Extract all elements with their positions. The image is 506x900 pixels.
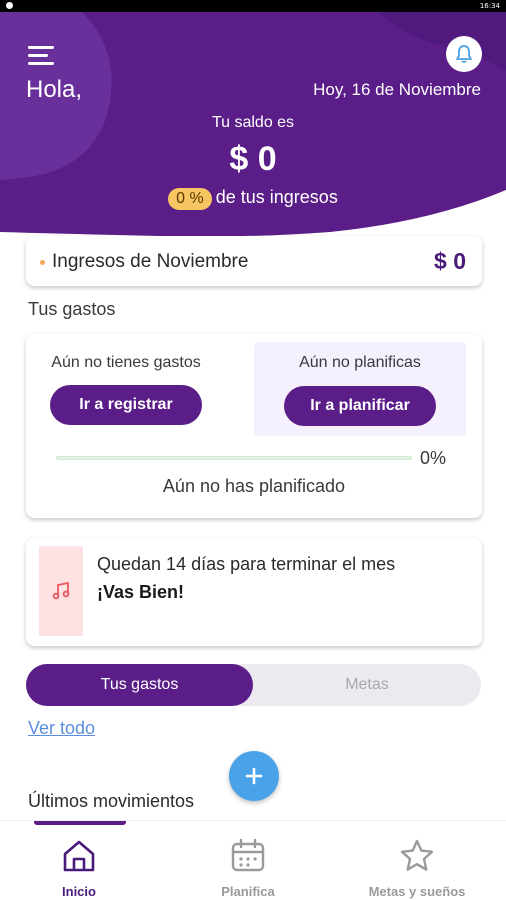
- header: Hola, Hoy, 16 de Noviembre Tu saldo es $…: [0, 12, 506, 242]
- nav-label-metas: Metas y sueños: [368, 884, 466, 899]
- calendar-icon: [231, 838, 265, 872]
- expenses-section-title: Tus gastos: [28, 299, 116, 319]
- plan-status-text: Aún no has planificado: [162, 476, 346, 496]
- status-indicator-icon: [6, 2, 13, 9]
- plan-panel: Aún no planificas Ir a planificar: [254, 342, 466, 436]
- tab-metas[interactable]: Metas: [253, 664, 481, 706]
- nav-active-indicator: [34, 821, 126, 825]
- music-note-icon-box: [39, 546, 83, 636]
- status-bar: 16:34: [0, 0, 506, 12]
- no-plan-text: Aún no planificas: [299, 354, 421, 371]
- star-icon: [400, 839, 434, 871]
- recent-movements-title: Últimos movimientos: [28, 791, 195, 811]
- nav-label-inicio: Inicio: [62, 884, 96, 899]
- current-date: Hoy, 16 de Noviembre: [313, 80, 481, 99]
- plus-icon: [245, 767, 263, 785]
- balance-label: Tu saldo es: [211, 114, 295, 131]
- plan-progress-bar: [56, 456, 412, 460]
- ver-todo-link[interactable]: Ver todo: [28, 718, 95, 739]
- music-note-icon: [52, 582, 70, 600]
- greeting: Hola,: [26, 76, 83, 103]
- income-percent-suffix: de tus ingresos: [215, 187, 338, 207]
- income-percent-line: 0 % de tus ingresos: [0, 187, 506, 210]
- nav-label-planifica: Planifica: [221, 884, 275, 899]
- income-label: Ingresos de Noviembre: [52, 251, 249, 272]
- balance-value: $ 0: [229, 140, 277, 178]
- month-status-card: Quedan 14 días para terminar el mes ¡Vas…: [26, 538, 482, 646]
- month-status-text: ¡Vas Bien!: [97, 582, 185, 602]
- home-icon: [63, 840, 95, 872]
- income-card[interactable]: Ingresos de Noviembre $ 0: [26, 236, 482, 286]
- nav-item-planifica[interactable]: Planifica: [208, 837, 288, 899]
- bell-icon: [456, 45, 472, 63]
- expenses-card: Aún no tienes gastos Ir a registrar Aún …: [26, 334, 482, 518]
- plan-progress-percent: 0%: [420, 448, 447, 468]
- no-expenses-text: Aún no tienes gastos: [51, 354, 201, 371]
- income-percent-badge: 0 %: [168, 188, 212, 210]
- status-time: 16:34: [479, 2, 500, 10]
- tab-tus-gastos[interactable]: Tus gastos: [26, 664, 253, 706]
- nav-item-metas[interactable]: Metas y sueños: [352, 837, 482, 899]
- add-button[interactable]: [229, 751, 279, 801]
- notifications-button[interactable]: [446, 36, 482, 72]
- menu-icon[interactable]: [28, 44, 58, 68]
- bullet-icon: [40, 260, 45, 265]
- segmented-tabs: Tus gastos Metas: [26, 664, 481, 706]
- income-amount: $ 0: [434, 248, 466, 274]
- days-remaining-text: Quedan 14 días para terminar el mes: [97, 554, 396, 574]
- plan-button[interactable]: Ir a planificar: [284, 386, 436, 426]
- bottom-nav: Inicio Planifica Metas y sueños: [0, 820, 506, 900]
- register-button[interactable]: Ir a registrar: [50, 385, 202, 425]
- nav-item-inicio[interactable]: Inicio: [44, 837, 114, 899]
